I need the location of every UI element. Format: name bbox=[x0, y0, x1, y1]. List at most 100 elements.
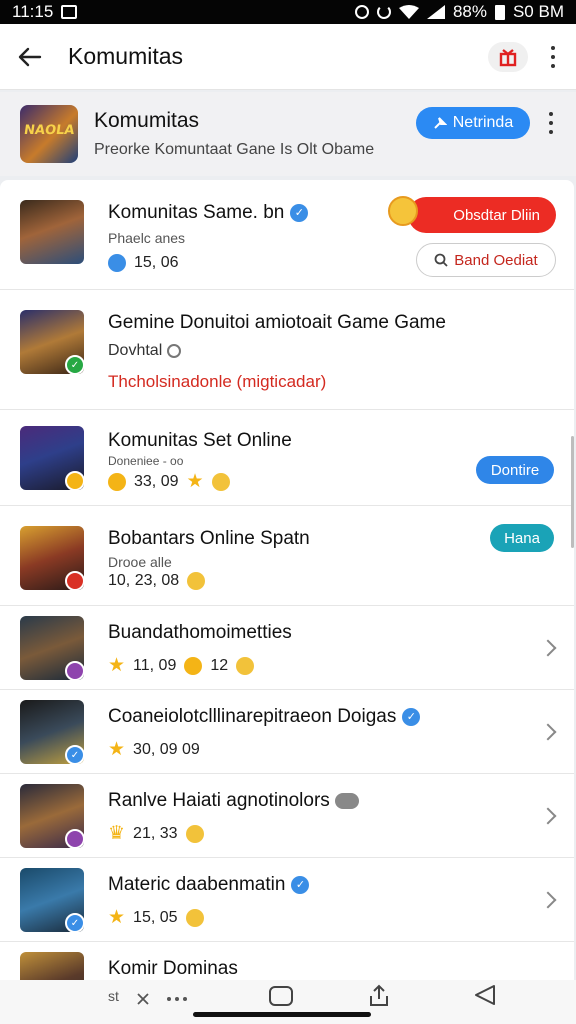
list-item-title: Komunitas Same. bn ✓ bbox=[108, 202, 309, 224]
back-triangle-icon[interactable] bbox=[472, 984, 496, 1006]
system-nav-bar: st bbox=[0, 980, 576, 1024]
list-item-subtitle: Drooe alle bbox=[108, 554, 172, 570]
wifi-icon bbox=[398, 5, 419, 19]
link-icon bbox=[335, 792, 360, 809]
member-count: 11, 09 bbox=[133, 656, 177, 674]
list-item-stats: ♛ 21, 33 bbox=[108, 822, 204, 845]
pin-icon bbox=[434, 117, 447, 129]
community-list: Komunitas Same. bn ✓ Phaelc anes 15, 06 O… bbox=[0, 180, 574, 980]
check-badge-icon: ✓ bbox=[65, 355, 84, 374]
search-icon bbox=[434, 253, 448, 267]
list-item-title: Bobantars Online Spatn bbox=[108, 528, 310, 549]
more-options-icon[interactable] bbox=[548, 44, 558, 70]
community-logo-text: NAOLA bbox=[22, 123, 76, 138]
community-header: NAOLA Komumitas Preorke Komuntaat Gane I… bbox=[0, 92, 576, 176]
list-item-stats: 15, 06 bbox=[108, 254, 178, 272]
list-item[interactable]: Bobantars Online Spatn Drooe alle 10, 23… bbox=[0, 506, 574, 606]
list-item-highlight: Thcholsinadonle (migticadar) bbox=[108, 372, 327, 391]
star-icon: ★ bbox=[108, 907, 126, 928]
back-arrow-icon bbox=[18, 47, 42, 66]
gift-button[interactable] bbox=[488, 41, 528, 72]
verified-icon: ✓ bbox=[290, 203, 309, 222]
scrollbar[interactable] bbox=[571, 436, 574, 548]
nav-left-label: st bbox=[108, 988, 119, 1004]
info-icon bbox=[166, 343, 181, 358]
join-button[interactable]: Hana bbox=[490, 524, 554, 552]
chevron-right-icon bbox=[539, 891, 557, 909]
community-name: Komumitas bbox=[94, 109, 200, 132]
game-avatar bbox=[20, 426, 84, 490]
list-item-subtitle: Phaelc anes bbox=[108, 230, 186, 246]
search-community-button[interactable]: Band Oediat bbox=[416, 243, 556, 277]
game-avatar: ✓ bbox=[20, 700, 84, 764]
share-icon[interactable] bbox=[368, 984, 390, 1008]
member-count: 33, 09 bbox=[134, 472, 179, 490]
online-button[interactable]: Dontire bbox=[476, 456, 554, 484]
notification-icon bbox=[61, 5, 78, 19]
back-button[interactable] bbox=[0, 24, 60, 90]
header-more-icon[interactable] bbox=[546, 110, 556, 136]
coin-icon bbox=[108, 472, 126, 491]
list-item-subtitle: Doneniee - oo bbox=[108, 454, 184, 468]
coin-badge-icon bbox=[65, 471, 84, 490]
smile-icon bbox=[185, 908, 204, 927]
crown-icon bbox=[184, 656, 203, 675]
list-item-title: Buandathomoimetties bbox=[108, 622, 292, 643]
list-item[interactable]: ✓ Coaneiolotclllinarepitraeon Doigas ✓ ★ … bbox=[0, 690, 574, 774]
list-item-title: Ranlve Haiati agnotinolors bbox=[108, 790, 360, 812]
emoji-face-icon bbox=[388, 196, 418, 226]
list-item-stats: ★ 30, 09 09 bbox=[108, 738, 200, 761]
emoji-icon bbox=[236, 656, 255, 675]
app-bar: Komumitas bbox=[0, 24, 576, 90]
alarm-icon bbox=[354, 5, 369, 19]
gem-badge-icon bbox=[65, 661, 84, 680]
game-avatar bbox=[20, 952, 84, 980]
star-icon: ★ bbox=[108, 739, 126, 760]
verified-badge-icon: ✓ bbox=[65, 913, 84, 932]
list-item[interactable]: Komir Dominas bbox=[0, 942, 574, 980]
gift-icon bbox=[499, 48, 517, 66]
game-avatar bbox=[20, 526, 84, 590]
list-item[interactable]: Komunitas Set Online Doneniee - oo 33, 0… bbox=[0, 410, 574, 506]
recommend-button[interactable]: Netrinda bbox=[416, 107, 530, 139]
chevron-right-icon bbox=[539, 639, 557, 657]
list-item-subtitle: Dovhtal bbox=[108, 342, 181, 360]
member-count: 30, 09 09 bbox=[133, 740, 200, 758]
list-item[interactable]: Komunitas Same. bn ✓ Phaelc anes 15, 06 O… bbox=[0, 180, 574, 290]
member-count: 15, 06 bbox=[134, 254, 179, 271]
fire-badge-icon bbox=[65, 571, 84, 590]
list-item-title: Gemine Donuitoi amiotoait Game Game bbox=[108, 312, 446, 333]
battery-level: 88% bbox=[452, 2, 487, 21]
game-avatar: ✓ bbox=[20, 310, 84, 374]
sync-icon bbox=[376, 5, 391, 19]
verified-icon: ✓ bbox=[402, 707, 421, 726]
status-clock-right: S0 BM bbox=[512, 2, 564, 21]
list-item-title: Materic daabenmatin ✓ bbox=[108, 874, 310, 896]
home-icon[interactable] bbox=[268, 985, 294, 1007]
member-count: 15, 05 bbox=[133, 908, 178, 926]
more-dots-icon[interactable] bbox=[166, 996, 188, 1002]
join-button-label: Hana bbox=[504, 529, 540, 547]
gem-badge-icon bbox=[65, 829, 84, 848]
search-community-button-label: Band Oediat bbox=[454, 251, 538, 269]
game-avatar bbox=[20, 616, 84, 680]
list-item[interactable]: ✓ Materic daabenmatin ✓ ★ 15, 05 bbox=[0, 858, 574, 942]
list-item[interactable]: Ranlve Haiati agnotinolors ♛ 21, 33 bbox=[0, 774, 574, 858]
list-item-stats: 33, 09 ★ bbox=[108, 470, 230, 493]
emoji-icon bbox=[211, 472, 230, 491]
join-online-button[interactable]: Obsdtar Dliin bbox=[408, 197, 556, 233]
verified-badge-icon: ✓ bbox=[65, 745, 84, 764]
list-item-title: Komir Dominas bbox=[108, 958, 238, 979]
close-icon[interactable] bbox=[136, 992, 150, 1006]
list-item[interactable]: Buandathomoimetties ★ 11, 09 12 bbox=[0, 606, 574, 690]
list-item-stats: ★ 11, 09 12 bbox=[108, 654, 255, 677]
star-icon: ★ bbox=[186, 471, 204, 492]
home-indicator bbox=[193, 1012, 371, 1017]
list-item[interactable]: ✓ Gemine Donuitoi amiotoait Game Game Do… bbox=[0, 290, 574, 410]
smile-icon bbox=[187, 572, 206, 590]
status-time: 11:15 bbox=[12, 2, 54, 21]
status-bar: 11:15 88% S0 BM bbox=[0, 0, 576, 24]
member-count: 10, 23, 08 bbox=[108, 572, 180, 589]
join-online-button-label: Obsdtar Dliin bbox=[453, 206, 540, 224]
recommend-button-label: Netrinda bbox=[452, 114, 514, 131]
